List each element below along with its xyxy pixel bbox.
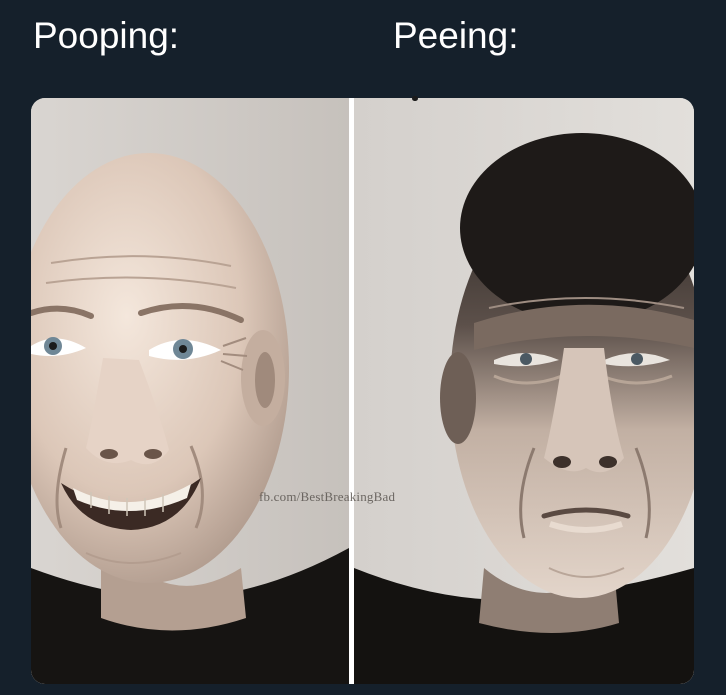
caption-pooping: Pooping: [33,15,180,56]
meme-image: fb.com/BestBreakingBad [31,98,694,684]
watermark-text: fb.com/BestBreakingBad [259,489,396,504]
caption-peeing: Peeing: [393,15,519,56]
photo-stern-man [354,98,694,684]
photo-smiling-man [31,98,349,684]
top-speck [412,96,418,101]
